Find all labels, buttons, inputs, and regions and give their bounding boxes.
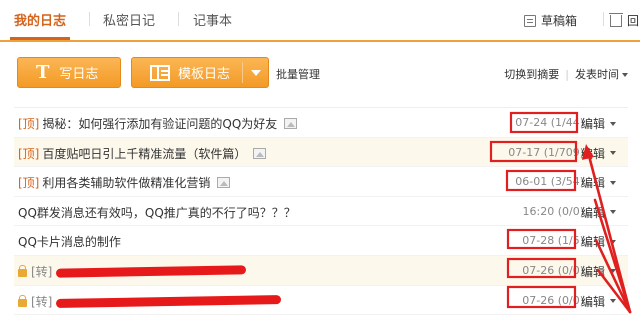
tab-notepad[interactable]: 记事本 (193, 10, 232, 29)
list-item: [转] 07-26 (0/0) 编辑 (14, 255, 628, 286)
chevron-down-icon (610, 239, 616, 244)
post-meta: 07-26 (0/0) (522, 293, 584, 307)
chevron-down-icon (610, 151, 616, 156)
view-options: 切换到摘要 | 发表时间 (504, 66, 628, 82)
post-title: QQ卡片消息的制作 (18, 235, 121, 250)
chevron-down-icon (610, 299, 616, 304)
pinned-badge: [顶] (18, 117, 40, 131)
post-title-link[interactable]: [顶] 百度贴吧日引上千精准流量（软件篇） (18, 145, 267, 162)
pinned-badge: [顶] (18, 146, 40, 161)
post-title: 揭秘：如何强行添加有验证问题的QQ为好友 (42, 117, 278, 131)
post-title: QQ群发消息还有效吗，QQ推广真的不行了吗？？？ (18, 205, 296, 220)
chevron-down-icon (622, 73, 628, 77)
list-item: [顶] 揭秘：如何强行添加有验证问题的QQ为好友 07-24 (1/44) 编辑 (14, 108, 628, 138)
tab-private-diary[interactable]: 私密日记 (103, 10, 155, 29)
pinned-badge: [顶] (18, 176, 40, 191)
edit-label: 编辑 (580, 264, 605, 279)
tab-divider (178, 12, 179, 26)
chevron-down-icon (610, 121, 616, 126)
blog-post-list: [顶] 揭秘：如何强行添加有验证问题的QQ为好友 07-24 (1/44) 编辑… (14, 107, 628, 316)
divider: | (565, 67, 569, 81)
chevron-down-icon (610, 180, 616, 185)
edit-dropdown[interactable]: 编辑 (581, 233, 616, 250)
sort-by-time-dropdown[interactable]: 发表时间 (575, 66, 628, 82)
chevron-down-icon (610, 269, 616, 274)
post-title-link[interactable]: QQ群发消息还有效吗，QQ推广真的不行了吗？？？ (18, 204, 296, 221)
edit-dropdown[interactable]: 编辑 (581, 174, 616, 191)
edit-label: 编辑 (580, 235, 605, 250)
post-meta: 07-28 (1/5) (522, 234, 584, 248)
drafts-link[interactable]: 草稿箱 (524, 12, 577, 29)
edit-label: 编辑 (580, 117, 605, 131)
image-icon (217, 177, 231, 189)
image-icon (284, 118, 298, 129)
edit-dropdown[interactable]: 编辑 (581, 145, 616, 162)
image-icon (253, 147, 267, 159)
write-blog-label: 写日志 (59, 67, 99, 82)
template-blog-label: 模板日志 (178, 67, 231, 82)
post-title-link[interactable]: QQ卡片消息的制作 (18, 233, 121, 250)
edit-dropdown[interactable]: 编辑 (581, 263, 616, 280)
text-t-icon: T (36, 62, 50, 83)
edit-dropdown[interactable]: 编辑 (581, 204, 616, 221)
chevron-down-icon[interactable] (251, 70, 261, 76)
tab-bar: 我的日志 私密日记 记事本 草稿箱 回 (0, 0, 640, 42)
redaction-mark (56, 265, 247, 278)
post-title-link[interactable]: [转] (18, 293, 282, 310)
edit-label: 编辑 (580, 146, 605, 161)
tab-my-blog[interactable]: 我的日志 (14, 10, 66, 29)
redaction-mark (56, 294, 282, 308)
post-title-link[interactable]: [顶] 揭秘：如何强行添加有验证问题的QQ为好友 (18, 115, 298, 132)
post-title: 百度贴吧日引上千精准流量（软件篇） (42, 146, 247, 161)
template-icon (150, 64, 170, 81)
post-title: 利用各类辅助软件做精准化营销 (42, 176, 211, 191)
list-item: QQ卡片消息的制作 07-28 (1/5) 编辑 (14, 226, 628, 256)
button-divider (242, 62, 243, 83)
recycle-label: 回 (627, 14, 640, 28)
write-blog-button[interactable]: T 写日志 (17, 57, 121, 88)
post-title-link[interactable]: [顶] 利用各类辅助软件做精准化营销 (18, 174, 231, 191)
top-divider (603, 12, 604, 26)
edit-dropdown[interactable]: 编辑 (581, 293, 616, 310)
list-item: [顶] 利用各类辅助软件做精准化营销 06-01 (3/54) 编辑 (14, 167, 628, 197)
edit-label: 编辑 (580, 294, 605, 309)
sort-label: 发表时间 (575, 68, 619, 81)
drafts-label: 草稿箱 (541, 14, 578, 28)
list-item: [顶] 百度贴吧日引上千精准流量（软件篇） 07-17 (1/709) 编辑 (14, 137, 628, 168)
list-item: QQ群发消息还有效吗，QQ推广真的不行了吗？？？ 16:20 (0/0) 编辑 (14, 197, 628, 227)
edit-label: 编辑 (580, 176, 605, 191)
post-meta: 06-01 (3/54) (515, 175, 584, 189)
post-meta: 16:20 (0/0) (522, 204, 584, 218)
post-title: [转] (31, 264, 53, 279)
list-item: [转] 07-26 (0/0) 编辑 (14, 286, 628, 316)
post-title: [转] (31, 294, 53, 309)
active-tab-indicator (10, 37, 70, 40)
drafts-icon (524, 14, 536, 27)
batch-manage-link[interactable]: 批量管理 (276, 66, 320, 82)
template-blog-button[interactable]: 模板日志 (131, 57, 269, 88)
post-title-link[interactable]: [转] (18, 263, 247, 280)
chevron-down-icon (610, 210, 616, 215)
edit-label: 编辑 (580, 205, 605, 220)
post-meta: 07-17 (1/709) (508, 145, 584, 159)
post-meta: 07-26 (0/0) (522, 263, 584, 277)
tab-divider (89, 12, 90, 26)
switch-to-summary-link[interactable]: 切换到摘要 (504, 66, 559, 82)
trash-icon (609, 13, 623, 27)
post-meta: 07-24 (1/44) (515, 116, 584, 129)
lock-icon (18, 265, 27, 278)
lock-icon (18, 295, 27, 308)
edit-dropdown[interactable]: 编辑 (581, 115, 616, 132)
recycle-link[interactable]: 回 (609, 12, 640, 29)
